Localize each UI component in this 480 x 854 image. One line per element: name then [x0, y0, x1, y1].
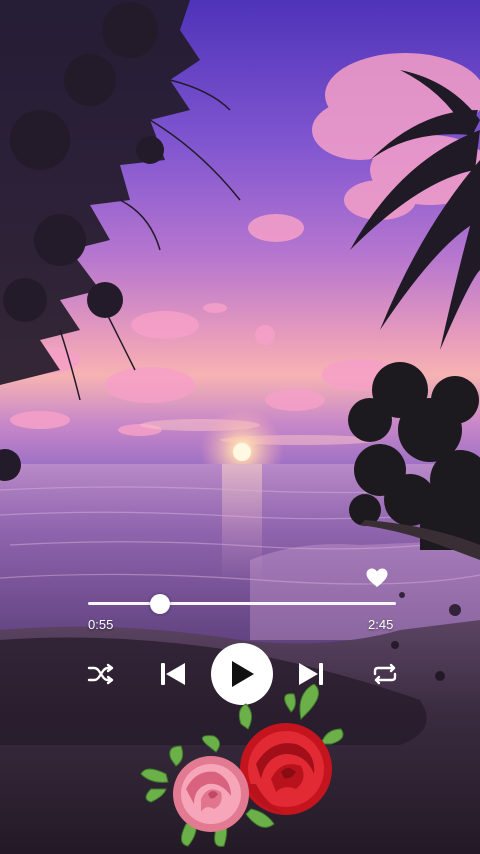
- repeat-button[interactable]: [370, 660, 400, 688]
- skip-next-icon: [299, 663, 323, 685]
- repeat-icon: [373, 663, 397, 685]
- elapsed-time: 0:55: [88, 617, 114, 632]
- shuffle-button[interactable]: [86, 660, 116, 688]
- skip-previous-icon: [161, 663, 185, 685]
- seek-track: [88, 602, 396, 605]
- player-overlay: 0:55 2:45: [0, 0, 480, 854]
- seek-bar[interactable]: [88, 594, 396, 614]
- seek-thumb[interactable]: [150, 594, 171, 614]
- shuffle-icon: [87, 663, 114, 685]
- like-button[interactable]: [365, 566, 389, 590]
- heart-icon: [366, 568, 388, 587]
- roses-decoration: [140, 684, 344, 847]
- total-duration: 2:45: [368, 617, 394, 632]
